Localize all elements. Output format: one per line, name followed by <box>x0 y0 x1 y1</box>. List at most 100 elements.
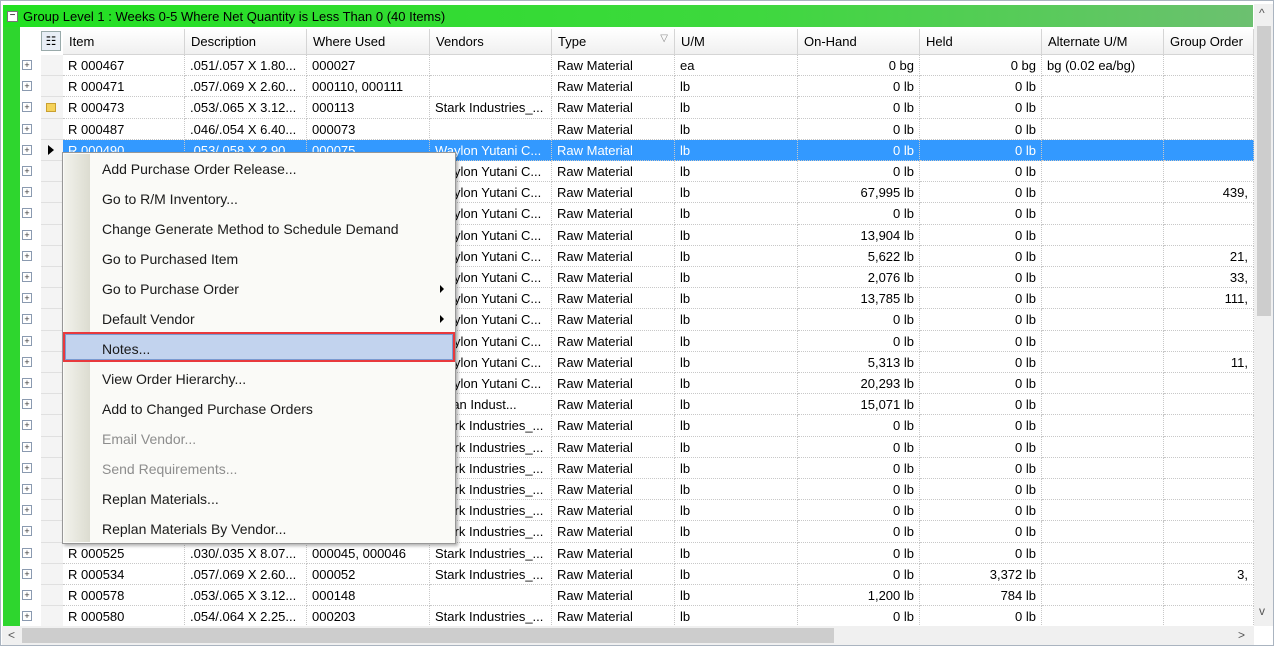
row-header[interactable] <box>41 457 63 479</box>
row-header[interactable] <box>41 500 63 522</box>
cell-item[interactable]: R 000534 <box>63 563 185 585</box>
cell-description[interactable]: .054/.064 X 2.25... <box>185 606 307 626</box>
expand-icon[interactable]: + <box>22 484 32 494</box>
expand-icon[interactable]: + <box>22 250 32 261</box>
cell-alternate-u-m[interactable] <box>1042 76 1164 98</box>
cell-item[interactable]: R 000580 <box>63 606 185 626</box>
row-header[interactable] <box>41 606 63 626</box>
cell-group-order[interactable] <box>1164 118 1254 140</box>
cell-u-m[interactable]: lb <box>675 182 798 204</box>
cell-group-order[interactable] <box>1164 373 1254 395</box>
cell-on-hand[interactable]: 0 lb <box>798 139 920 161</box>
column-header-on-hand[interactable]: On-Hand <box>798 29 920 55</box>
expand-icon[interactable]: + <box>22 611 32 622</box>
cell-alternate-u-m[interactable] <box>1042 97 1164 119</box>
cell-group-order[interactable]: 11, <box>1164 351 1254 373</box>
cell-vendors[interactable] <box>430 76 552 98</box>
cell-type[interactable]: Raw Material <box>552 606 675 626</box>
cell-group-order[interactable] <box>1164 161 1254 183</box>
cell-description[interactable]: .051/.057 X 1.80... <box>185 55 307 77</box>
cell-group-order[interactable] <box>1164 415 1254 437</box>
cell-alternate-u-m[interactable] <box>1042 309 1164 331</box>
cell-on-hand[interactable]: 0 lb <box>798 415 920 437</box>
row-header[interactable] <box>41 97 63 119</box>
scroll-up-icon[interactable]: ^ <box>1259 6 1265 20</box>
menu-item-default-vendor[interactable]: Default Vendor <box>64 304 454 334</box>
cell-group-order[interactable] <box>1164 394 1254 416</box>
cell-u-m[interactable]: lb <box>675 500 798 522</box>
cell-alternate-u-m[interactable] <box>1042 585 1164 607</box>
cell-u-m[interactable]: lb <box>675 436 798 458</box>
cell-type[interactable]: Raw Material <box>552 309 675 331</box>
note-icon[interactable] <box>46 103 56 113</box>
cell-u-m[interactable]: lb <box>675 76 798 98</box>
cell-vendors[interactable]: Stark Industries_... <box>430 97 552 119</box>
cell-on-hand[interactable]: 0 lb <box>798 76 920 98</box>
expand-icon[interactable]: + <box>22 399 32 410</box>
cell-type[interactable]: Raw Material <box>552 139 675 161</box>
cell-type[interactable]: Raw Material <box>552 351 675 373</box>
cell-vendors[interactable]: Stark Industries_... <box>430 542 552 564</box>
cell-type[interactable]: Raw Material <box>552 55 675 77</box>
menu-item-go-to-r-m-inventory[interactable]: Go to R/M Inventory... <box>64 184 454 214</box>
menu-item-email-vendor[interactable]: Email Vendor... <box>64 424 454 454</box>
cell-type[interactable]: Raw Material <box>552 245 675 267</box>
cell-on-hand[interactable]: 0 lb <box>798 203 920 225</box>
cell-type[interactable]: Raw Material <box>552 373 675 395</box>
expand-icon[interactable]: + <box>22 526 32 537</box>
column-header-u-m[interactable]: U/M <box>675 29 798 55</box>
cell-on-hand[interactable]: 0 lb <box>798 500 920 522</box>
group-header[interactable]: − Group Level 1 : Weeks 0-5 Where Net Qu… <box>3 5 1253 27</box>
cell-held[interactable]: 0 lb <box>920 161 1042 183</box>
expand-icon[interactable]: + <box>22 166 32 176</box>
cell-alternate-u-m[interactable] <box>1042 373 1164 395</box>
cell-type[interactable]: Raw Material <box>552 182 675 204</box>
cell-type[interactable]: Raw Material <box>552 161 675 183</box>
vertical-scrollbar[interactable]: ^ v <box>1254 4 1273 626</box>
column-header-alternate-u-m[interactable]: Alternate U/M <box>1042 29 1164 55</box>
menu-item-replan-materials[interactable]: Replan Materials... <box>64 484 454 514</box>
row-header[interactable] <box>41 521 63 543</box>
cell-on-hand[interactable]: 13,904 lb <box>798 224 920 246</box>
cell-type[interactable]: Raw Material <box>552 97 675 119</box>
cell-u-m[interactable]: lb <box>675 330 798 352</box>
cell-type[interactable]: Raw Material <box>552 224 675 246</box>
menu-item-send-requirements[interactable]: Send Requirements... <box>64 454 454 484</box>
cell-u-m[interactable]: lb <box>675 585 798 607</box>
cell-held[interactable]: 0 lb <box>920 267 1042 289</box>
cell-on-hand[interactable]: 0 lb <box>798 161 920 183</box>
row-header[interactable] <box>41 563 63 585</box>
row-header[interactable] <box>41 542 63 564</box>
cell-held[interactable]: 0 lb <box>920 245 1042 267</box>
cell-alternate-u-m[interactable] <box>1042 415 1164 437</box>
cell-vendors[interactable]: Stark Industries_... <box>430 606 552 626</box>
row-header[interactable] <box>41 245 63 267</box>
row-header[interactable] <box>41 373 63 395</box>
cell-alternate-u-m[interactable] <box>1042 118 1164 140</box>
cell-group-order[interactable] <box>1164 224 1254 246</box>
cell-vendors[interactable] <box>430 55 552 77</box>
column-header-held[interactable]: Held <box>920 29 1042 55</box>
cell-alternate-u-m[interactable] <box>1042 182 1164 204</box>
cell-where-used[interactable]: 000148 <box>307 585 430 607</box>
cell-vendors[interactable] <box>430 585 552 607</box>
cell-held[interactable]: 0 lb <box>920 182 1042 204</box>
cell-group-order[interactable]: 439, <box>1164 182 1254 204</box>
cell-alternate-u-m[interactable] <box>1042 394 1164 416</box>
cell-alternate-u-m[interactable] <box>1042 606 1164 626</box>
cell-alternate-u-m[interactable] <box>1042 436 1164 458</box>
column-chooser-icon[interactable]: ☷ <box>41 31 61 51</box>
cell-group-order[interactable]: 111, <box>1164 288 1254 310</box>
row-header[interactable] <box>41 309 63 331</box>
expand-icon[interactable]: + <box>22 293 32 304</box>
expand-icon[interactable]: + <box>22 123 32 134</box>
expand-icon[interactable]: + <box>22 144 32 155</box>
cell-u-m[interactable]: lb <box>675 309 798 331</box>
scroll-right-icon[interactable]: > <box>1238 628 1245 642</box>
cell-description[interactable]: .053/.065 X 3.12... <box>185 585 307 607</box>
column-header-description[interactable]: Description <box>185 29 307 55</box>
horizontal-scroll-thumb[interactable] <box>22 628 834 643</box>
expand-icon[interactable]: + <box>22 272 32 282</box>
cell-held[interactable]: 0 lb <box>920 500 1042 522</box>
row-header[interactable] <box>41 330 63 352</box>
